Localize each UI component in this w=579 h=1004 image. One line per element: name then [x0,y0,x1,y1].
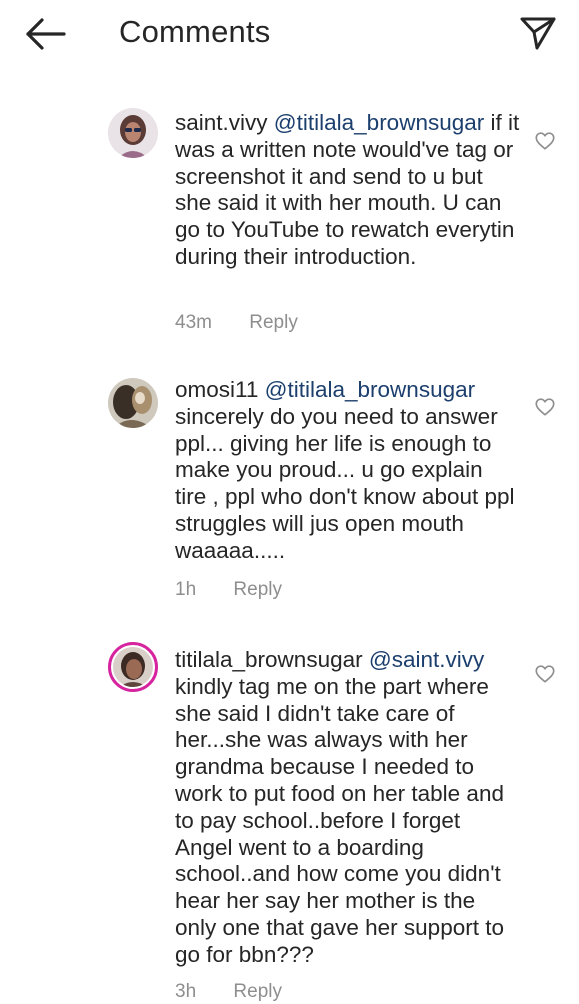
heart-icon [535,132,555,150]
comment-text: kindly tag me on the part where she said… [175,673,504,967]
header-bar: Comments [0,0,579,66]
comment-body: titilala_brownsugar @saint.vivy kindly t… [175,647,520,969]
avatar[interactable] [108,108,158,158]
like-button[interactable] [534,396,556,418]
page-title: Comments [119,14,271,49]
back-button[interactable] [22,14,68,54]
comment-body: omosi11 @titilala_brownsugar sincerely d… [175,377,520,565]
profile-photo-icon [108,108,158,158]
comment-meta: 1h Reply [175,578,282,602]
reply-button[interactable]: Reply [233,579,282,600]
profile-photo-icon [108,378,158,428]
comment-time: 43m [175,312,212,333]
profile-photo-icon [113,647,153,687]
comment-mention[interactable]: @titilala_brownsugar [265,377,475,402]
comment-meta: 43m Reply [175,311,298,335]
comment-username[interactable]: titilala_brownsugar [175,647,363,672]
reply-button[interactable]: Reply [249,312,298,333]
arrow-left-icon [26,18,66,50]
comment-text: sincerely do you need to answer ppl... g… [175,403,515,563]
paper-plane-icon [520,17,556,50]
heart-icon [535,398,555,416]
comment-time: 3h [175,981,197,1002]
avatar[interactable] [108,378,158,428]
share-button[interactable] [518,14,558,54]
comment-body: saint.vivy @titilala_brownsugar if it wa… [175,110,520,271]
comment-time: 1h [175,579,197,600]
comment-mention[interactable]: @saint.vivy [369,647,484,672]
comment-username[interactable]: omosi11 [175,377,258,402]
like-button[interactable] [534,663,556,685]
comment-mention[interactable]: @titilala_brownsugar [274,110,484,135]
comment-username[interactable]: saint.vivy [175,110,268,135]
comment-meta: 3h Reply [175,980,282,1004]
heart-icon [535,665,555,683]
reply-button[interactable]: Reply [233,981,282,1002]
like-button[interactable] [534,130,556,152]
avatar[interactable] [108,642,158,692]
